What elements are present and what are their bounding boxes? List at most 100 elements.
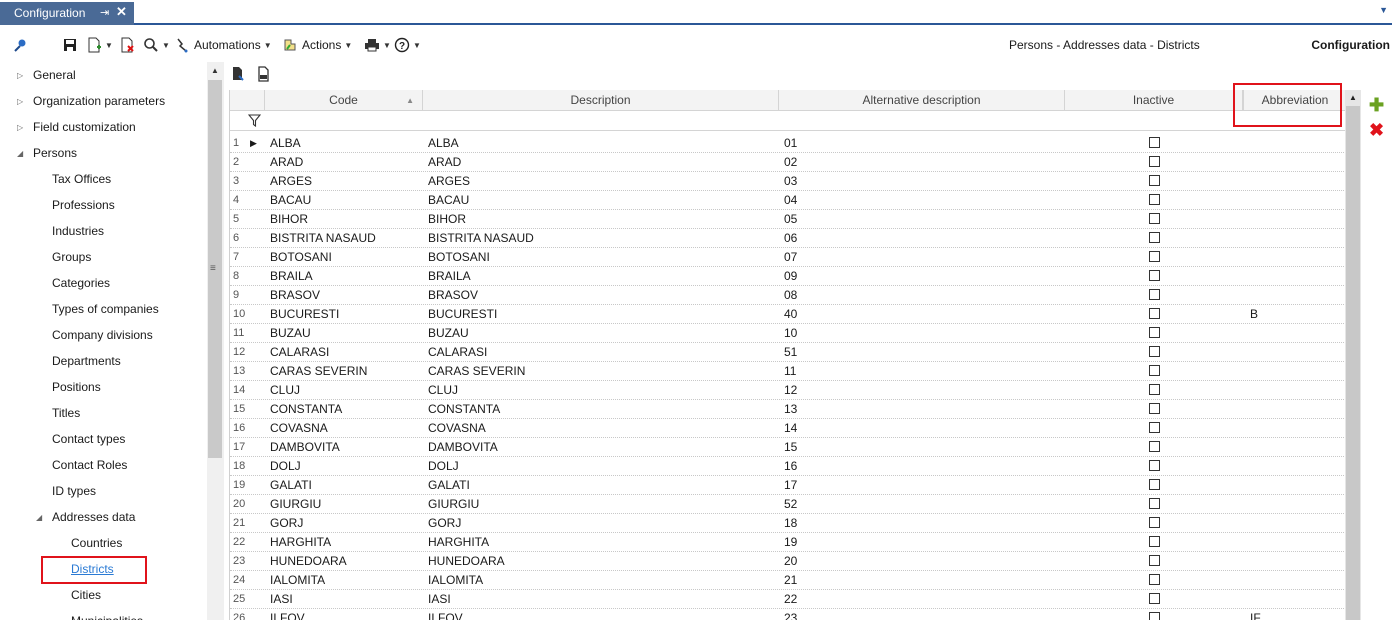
grid-scroll-thumb[interactable] — [1346, 106, 1360, 620]
inactive-checkbox[interactable] — [1149, 327, 1160, 338]
table-row[interactable]: 6 BISTRITA NASAUD BISTRITA NASAUD 06 — [230, 229, 1345, 248]
table-row[interactable]: 3 ARGES ARGES 03 — [230, 172, 1345, 191]
table-row[interactable]: 15 CONSTANTA CONSTANTA 13 — [230, 400, 1345, 419]
tree-item-positions[interactable]: Positions — [52, 377, 101, 397]
inactive-checkbox[interactable] — [1149, 251, 1160, 262]
scroll-up-icon[interactable]: ▲ — [211, 66, 219, 75]
table-row[interactable]: 17 DAMBOVITA DAMBOVITA 15 — [230, 438, 1345, 457]
delete-document-icon[interactable] — [119, 36, 135, 54]
table-row[interactable]: 2 ARAD ARAD 02 — [230, 153, 1345, 172]
inactive-checkbox[interactable] — [1149, 593, 1160, 604]
tree-item-contact-types[interactable]: Contact types — [52, 429, 125, 449]
inactive-checkbox[interactable] — [1149, 232, 1160, 243]
inactive-checkbox[interactable] — [1149, 536, 1160, 547]
inactive-checkbox[interactable] — [1149, 213, 1160, 224]
inactive-checkbox[interactable] — [1149, 460, 1160, 471]
table-row[interactable]: 21 GORJ GORJ 18 — [230, 514, 1345, 533]
inactive-checkbox[interactable] — [1149, 289, 1160, 300]
inactive-checkbox[interactable] — [1149, 384, 1160, 395]
tab-configuration[interactable]: Configuration ⇥ ✕ — [0, 2, 134, 25]
inactive-checkbox[interactable] — [1149, 498, 1160, 509]
table-row[interactable]: 5 BIHOR BIHOR 05 — [230, 210, 1345, 229]
export-csv-icon[interactable] — [256, 66, 272, 86]
table-row[interactable]: 26 ILFOV ILFOV 23 IF — [230, 609, 1345, 620]
actions-menu[interactable]: Actions ▼ — [282, 36, 352, 54]
table-row[interactable]: 4 BACAU BACAU 04 — [230, 191, 1345, 210]
pin-icon[interactable]: ⇥ — [100, 6, 109, 19]
close-tab-icon[interactable]: ✕ — [116, 4, 127, 20]
new-document-icon[interactable]: ▼ — [86, 36, 113, 54]
tree-item-types-of-companies[interactable]: Types of companies — [52, 299, 159, 319]
tree-item-tax-offices[interactable]: Tax Offices — [52, 169, 111, 189]
expand-arrow-icon[interactable]: ▷ — [17, 123, 27, 132]
grid-scroll-up-icon[interactable]: ▲ — [1349, 93, 1357, 102]
tree-item-municipalities[interactable]: Municipalities — [71, 611, 143, 620]
tree-item-titles[interactable]: Titles — [52, 403, 80, 423]
print-icon[interactable]: ▼ — [364, 36, 391, 54]
table-row[interactable]: 13 CARAS SEVERIN CARAS SEVERIN 11 — [230, 362, 1345, 381]
inactive-checkbox[interactable] — [1149, 156, 1160, 167]
tree-item-company-divisions[interactable]: Company divisions — [52, 325, 153, 345]
plus-icon[interactable]: ✚ — [1369, 96, 1384, 114]
save-icon[interactable] — [62, 36, 78, 54]
export-icon[interactable] — [230, 66, 246, 86]
help-icon[interactable]: ? ▼ — [394, 36, 421, 54]
table-row[interactable]: 22 HARGHITA HARGHITA 19 — [230, 533, 1345, 552]
inactive-checkbox[interactable] — [1149, 308, 1160, 319]
filter-row[interactable] — [230, 111, 1345, 131]
tree-item-departments[interactable]: Departments — [52, 351, 121, 371]
inactive-checkbox[interactable] — [1149, 270, 1160, 281]
table-row[interactable]: 8 BRAILA BRAILA 09 — [230, 267, 1345, 286]
table-row[interactable]: 19 GALATI GALATI 17 — [230, 476, 1345, 495]
table-row[interactable]: 18 DOLJ DOLJ 16 — [230, 457, 1345, 476]
tree-item-industries[interactable]: Industries — [52, 221, 104, 241]
delete-icon[interactable]: ✖ — [1369, 121, 1384, 139]
tree-item-persons[interactable]: Persons — [33, 143, 77, 163]
collapse-arrow-icon[interactable]: ◢ — [17, 149, 27, 158]
table-row[interactable]: 9 BRASOV BRASOV 08 — [230, 286, 1345, 305]
table-row[interactable]: 1 ALBA ALBA 01 ▶ — [230, 134, 1345, 153]
tree-item-organization-parameters[interactable]: Organization parameters — [33, 91, 165, 111]
tree-item-cities[interactable]: Cities — [71, 585, 101, 605]
table-row[interactable]: 20 GIURGIU GIURGIU 52 — [230, 495, 1345, 514]
inactive-checkbox[interactable] — [1149, 517, 1160, 528]
automations-menu[interactable]: Automations ▼ — [176, 36, 272, 54]
expand-arrow-icon[interactable]: ▷ — [17, 71, 27, 80]
expand-arrow-icon[interactable]: ▷ — [17, 97, 27, 106]
inactive-checkbox[interactable] — [1149, 612, 1160, 620]
pin-tool-icon[interactable] — [12, 36, 28, 54]
table-row[interactable]: 7 BOTOSANI BOTOSANI 07 — [230, 248, 1345, 267]
table-row[interactable]: 24 IALOMITA IALOMITA 21 — [230, 571, 1345, 590]
inactive-checkbox[interactable] — [1149, 137, 1160, 148]
column-header-code[interactable]: Code ▲ — [265, 90, 423, 111]
table-row[interactable]: 10 BUCURESTI BUCURESTI 40 B — [230, 305, 1345, 324]
table-row[interactable]: 16 COVASNA COVASNA 14 — [230, 419, 1345, 438]
tab-list-dropdown-icon[interactable]: ▼ — [1379, 5, 1388, 15]
table-row[interactable]: 25 IASI IASI 22 — [230, 590, 1345, 609]
column-header-inactive[interactable]: Inactive — [1065, 90, 1243, 111]
search-icon[interactable]: ▼ — [143, 36, 170, 54]
tree-item-categories[interactable]: Categories — [52, 273, 110, 293]
table-row[interactable]: 14 CLUJ CLUJ 12 — [230, 381, 1345, 400]
table-row[interactable]: 11 BUZAU BUZAU 10 — [230, 324, 1345, 343]
filter-icon[interactable] — [247, 114, 262, 130]
table-row[interactable]: 12 CALARASI CALARASI 51 — [230, 343, 1345, 362]
tree-item-field-customization[interactable]: Field customization — [33, 117, 136, 137]
table-row[interactable]: 23 HUNEDOARA HUNEDOARA 20 — [230, 552, 1345, 571]
inactive-checkbox[interactable] — [1149, 346, 1160, 357]
grid-scrollbar[interactable]: ▲ — [1345, 90, 1361, 620]
collapse-arrow-icon[interactable]: ◢ — [36, 513, 46, 522]
inactive-checkbox[interactable] — [1149, 441, 1160, 452]
tree-item-general[interactable]: General — [33, 65, 76, 85]
tree-item-id-types[interactable]: ID types — [52, 481, 96, 501]
tree-item-countries[interactable]: Countries — [71, 533, 122, 553]
column-header-description[interactable]: Description — [423, 90, 779, 111]
inactive-checkbox[interactable] — [1149, 365, 1160, 376]
inactive-checkbox[interactable] — [1149, 574, 1160, 585]
inactive-checkbox[interactable] — [1149, 422, 1160, 433]
tree-item-contact-roles[interactable]: Contact Roles — [52, 455, 127, 475]
tree-item-groups[interactable]: Groups — [52, 247, 91, 267]
inactive-checkbox[interactable] — [1149, 403, 1160, 414]
inactive-checkbox[interactable] — [1149, 555, 1160, 566]
tree-item-professions[interactable]: Professions — [52, 195, 115, 215]
